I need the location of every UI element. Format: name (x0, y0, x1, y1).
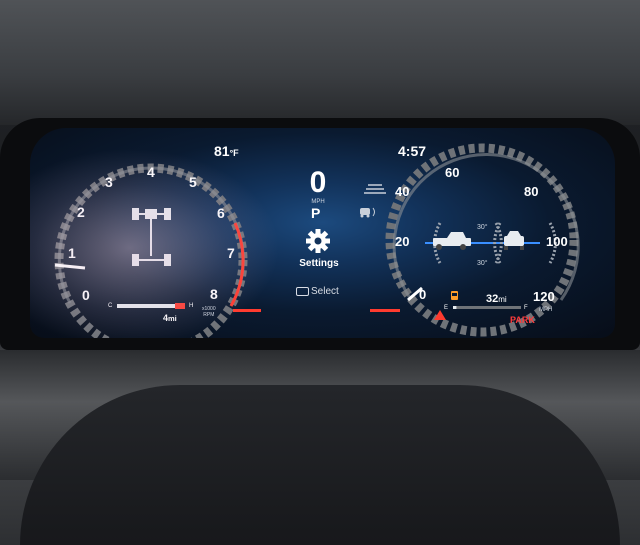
drivetrain-4wd-icon (132, 208, 171, 266)
fuel-pump-icon (451, 291, 458, 300)
speed-tick-80: 80 (524, 184, 539, 199)
fuel-full-label: F (524, 305, 528, 311)
speedo-unit-label: MPH (539, 307, 553, 313)
fuel-range: 32mi (486, 293, 507, 305)
traction-control-icon (360, 207, 375, 218)
speed-red-dash (370, 309, 400, 312)
speed-tick-40: 40 (395, 184, 410, 199)
tach-tick-3: 3 (105, 174, 113, 190)
coolant-hot-label: H (189, 303, 194, 309)
pitch-bottom-label: 30° (477, 260, 488, 267)
rpm-unit-label: x1000 RPM (202, 306, 216, 318)
tach-tick-1: 1 (68, 245, 76, 261)
tach-tick-0: 0 (82, 287, 90, 303)
fuel-empty-label: E (444, 305, 449, 311)
dashboard-hood (0, 0, 640, 125)
lane-assist-icon (364, 184, 386, 194)
park-indicator: PARK (510, 315, 535, 325)
instrument-cluster-screen: 0 1 2 3 4 5 6 7 8 x1000 RPM C H 4mi 81°F … (30, 128, 615, 338)
select-button-icon (296, 286, 309, 296)
tach-tick-5: 5 (189, 174, 197, 190)
clock: 4:57 (398, 143, 427, 159)
speed-tick-100: 100 (546, 234, 568, 249)
gear-icon (306, 229, 330, 253)
tach-tick-6: 6 (217, 205, 225, 221)
speed-tick-60: 60 (445, 165, 460, 180)
pitch-top-label: 30° (477, 224, 488, 231)
speed-readout: 0 (309, 166, 327, 199)
truck-side-icon (433, 232, 471, 250)
tach-tick-2: 2 (77, 204, 85, 220)
rpm-red-dash (233, 309, 261, 312)
menu-settings-item[interactable]: Settings (296, 258, 342, 269)
truck-rear-icon (504, 231, 524, 250)
coolant-cold-label: C (108, 303, 113, 309)
tach-tick-8: 8 (210, 286, 218, 302)
select-hint: Select (296, 286, 339, 297)
gear-indicator: P (311, 205, 321, 221)
speed-tick-0: 0 (419, 287, 427, 302)
fuel-gauge-track (453, 306, 521, 309)
speed-tick-120: 120 (533, 289, 555, 304)
tach-tick-7: 7 (227, 245, 235, 261)
trip-distance: 4mi (163, 313, 177, 323)
tach-tick-4: 4 (147, 164, 155, 180)
fuel-gauge-fill (453, 306, 457, 309)
outside-temperature: 81°F (214, 143, 239, 159)
speed-tick-20: 20 (395, 234, 410, 249)
coolant-bar (117, 304, 183, 308)
steering-wheel (20, 385, 620, 545)
